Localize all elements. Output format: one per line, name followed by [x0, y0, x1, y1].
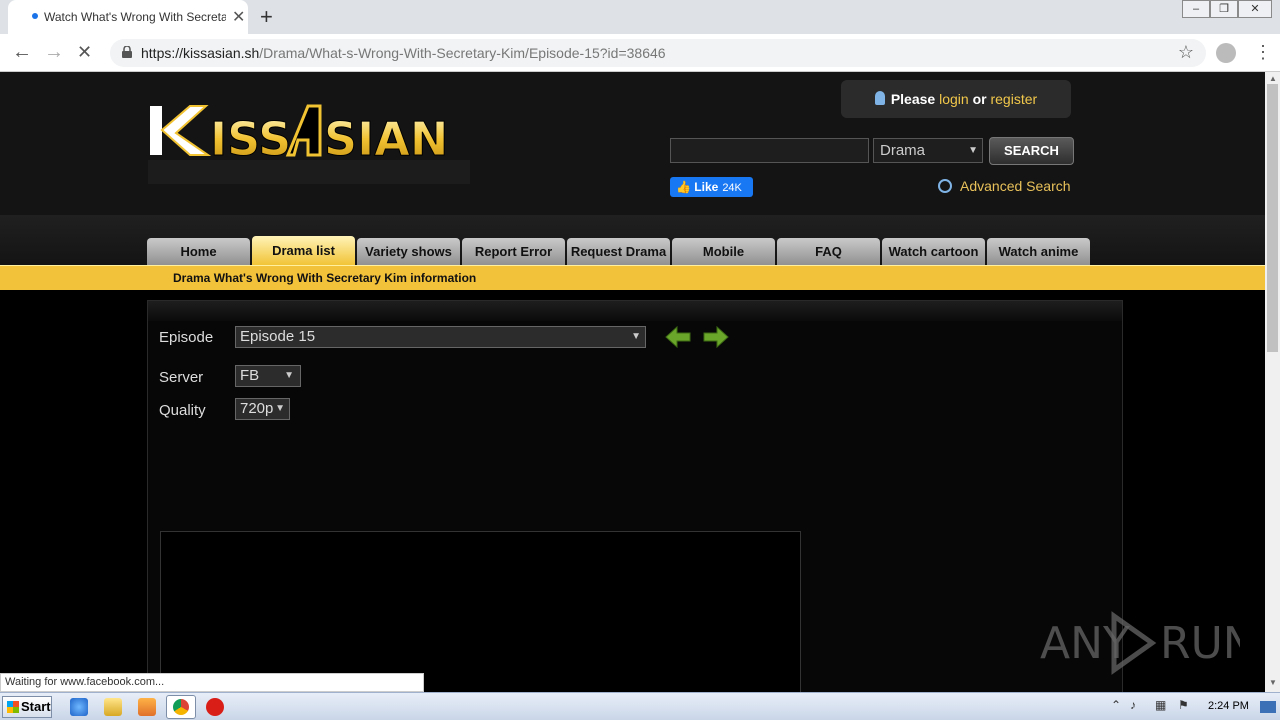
tab-favicon-icon: [32, 13, 38, 19]
url-path: /Drama/What-s-Wrong-With-Secretary-Kim/E…: [259, 45, 666, 61]
search-input[interactable]: [670, 138, 869, 163]
scroll-up-icon[interactable]: ▲: [1269, 74, 1277, 83]
advanced-search-label: Advanced Search: [960, 178, 1071, 194]
select-arrow-icon: ▼: [275, 403, 285, 414]
close-window-button[interactable]: ✕: [1238, 0, 1272, 18]
start-label: Start: [21, 699, 51, 714]
browser-toolbar: ← → ✕ https://kissasian.sh/Drama/What-s-…: [0, 34, 1280, 72]
episode-select[interactable]: Episode 15 ▼: [235, 326, 646, 348]
quality-value: 720p: [240, 400, 274, 417]
player-panel: Episode Episode 15 ▼ Server FB ▼ Quality…: [147, 300, 1123, 692]
taskbar-clock[interactable]: 2:24 PM: [1208, 700, 1249, 712]
windows-taskbar: Start ⌃ ♪ ▦ ⚑ 2:24 PM: [0, 692, 1280, 720]
drama-info-link[interactable]: Drama What's Wrong With Secretary Kim in…: [173, 271, 476, 285]
thumbs-up-icon: 👍: [676, 180, 691, 194]
url-text: https://kissasian.sh/Drama/What-s-Wrong-…: [141, 45, 666, 61]
search-category-select[interactable]: Drama ▼: [873, 138, 983, 163]
server-select[interactable]: FB ▼: [235, 365, 301, 387]
bookmark-star-icon[interactable]: ☆: [1178, 42, 1194, 63]
video-player[interactable]: [160, 531, 801, 692]
panel-topbar: [148, 301, 1122, 321]
browser-tab[interactable]: Watch What's Wrong With Secretary ✕: [8, 0, 248, 34]
forward-arrow-icon[interactable]: →: [44, 41, 64, 64]
media-player-icon[interactable]: [138, 698, 156, 716]
search-category-value: Drama: [880, 142, 926, 159]
url-host: https://kissasian.sh: [141, 45, 260, 61]
nav-tab-watch-cartoon[interactable]: Watch cartoon: [882, 238, 985, 266]
tab-title: Watch What's Wrong With Secretary: [44, 10, 226, 24]
nav-tab-drama-list[interactable]: Drama list: [252, 236, 355, 266]
scroll-thumb[interactable]: [1267, 84, 1278, 352]
action-center-flag-icon[interactable]: ⚑: [1178, 698, 1189, 712]
tab-close-icon[interactable]: ✕: [232, 7, 245, 27]
new-tab-button[interactable]: +: [260, 4, 273, 30]
nav-tab-mobile[interactable]: Mobile: [672, 238, 775, 266]
browser-menu-icon[interactable]: ⋮: [1254, 42, 1272, 63]
page-scrollbar[interactable]: ▲ ▼: [1265, 72, 1280, 692]
anyrun-watermark: ANY RUN: [1040, 611, 1240, 675]
register-link[interactable]: register: [990, 91, 1037, 107]
watermark-text-right: RUN: [1160, 618, 1240, 669]
quality-select[interactable]: 720p ▼: [235, 398, 290, 420]
login-box: Please login or register: [841, 80, 1071, 118]
nav-tab-report-error[interactable]: Report Error: [462, 238, 565, 266]
chrome-taskbar-button[interactable]: [166, 695, 196, 719]
magnifier-icon: [938, 179, 952, 193]
back-arrow-icon[interactable]: ←: [12, 41, 32, 64]
stop-sign-icon[interactable]: [206, 698, 224, 716]
network-icon[interactable]: ▦: [1155, 698, 1166, 712]
facebook-like-button[interactable]: 👍 Like 24K: [670, 177, 753, 197]
status-bubble: Waiting for www.facebook.com...: [0, 673, 424, 692]
search-button[interactable]: SEARCH: [989, 137, 1074, 165]
scroll-down-icon[interactable]: ▼: [1269, 678, 1277, 687]
fb-like-count: 24K: [722, 182, 742, 194]
restore-window-button[interactable]: ❐: [1210, 0, 1238, 18]
episode-label: Episode: [159, 329, 214, 346]
profile-avatar-icon[interactable]: [1216, 43, 1236, 63]
next-episode-icon[interactable]: [703, 326, 729, 348]
minimize-window-button[interactable]: –: [1182, 0, 1210, 18]
login-link[interactable]: login: [939, 91, 969, 107]
start-button[interactable]: Start: [2, 696, 52, 718]
info-bar: Drama What's Wrong With Secretary Kim in…: [0, 265, 1265, 290]
quality-label: Quality: [159, 402, 206, 419]
browser-tab-bar: Watch What's Wrong With Secretary ✕ + – …: [0, 0, 1280, 34]
show-desktop-icon[interactable]: [1260, 701, 1276, 713]
nav-tab-home[interactable]: Home: [147, 238, 250, 266]
nav-tab-faq[interactable]: FAQ: [777, 238, 880, 266]
nav-tab-request-drama[interactable]: Request Drama: [567, 238, 670, 266]
select-arrow-icon: ▼: [284, 370, 294, 381]
svg-text:ISS: ISS: [210, 112, 291, 166]
lock-icon: [122, 46, 132, 58]
previous-episode-icon[interactable]: [665, 326, 691, 348]
tray-expand-icon[interactable]: ⌃: [1111, 698, 1121, 712]
login-prefix-text: Please: [890, 91, 936, 107]
site-header: ISS SIAN Please login or register Drama …: [0, 72, 1265, 215]
chrome-icon: [173, 699, 189, 715]
stop-loading-icon[interactable]: ✕: [77, 42, 92, 63]
fb-like-label: Like: [694, 180, 719, 194]
address-bar[interactable]: https://kissasian.sh/Drama/What-s-Wrong-…: [110, 39, 1206, 67]
nav-tab-watch-anime[interactable]: Watch anime: [987, 238, 1090, 266]
windows-logo-icon: [7, 701, 19, 713]
file-explorer-icon[interactable]: [104, 698, 122, 716]
login-or-text: or: [972, 91, 987, 107]
internet-explorer-icon[interactable]: [70, 698, 88, 716]
kissasian-logo[interactable]: ISS SIAN: [148, 100, 470, 190]
user-icon: [874, 91, 885, 105]
server-value: FB: [240, 367, 260, 384]
volume-icon[interactable]: ♪: [1130, 698, 1136, 712]
nav-tab-variety-shows[interactable]: Variety shows: [357, 238, 460, 266]
select-arrow-icon: ▼: [968, 145, 978, 156]
web-page: ISS SIAN Please login or register Drama …: [0, 72, 1265, 692]
svg-text:SIAN: SIAN: [324, 112, 448, 166]
server-label: Server: [159, 369, 204, 386]
episode-value: Episode 15: [240, 328, 316, 345]
advanced-search-link[interactable]: Advanced Search: [938, 178, 1071, 194]
watermark-text-left: ANY: [1040, 618, 1130, 669]
select-arrow-icon: ▼: [631, 331, 641, 342]
